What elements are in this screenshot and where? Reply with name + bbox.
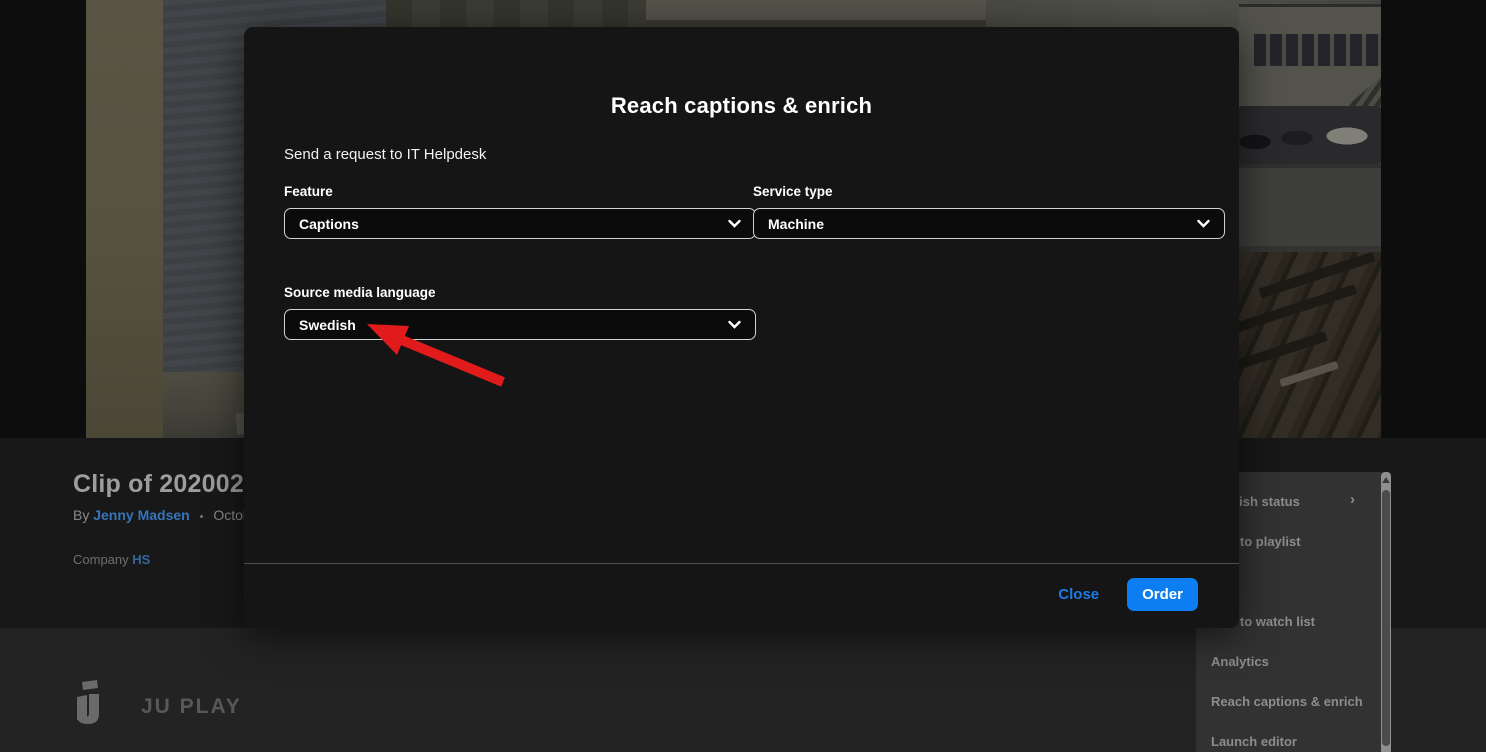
source-language-select[interactable]: Swedish (284, 309, 756, 340)
video-deck-shape (1239, 252, 1381, 438)
byline-prefix: By (73, 507, 89, 523)
modal-footer: Close Order (1054, 578, 1198, 611)
service-type-select[interactable]: Machine (753, 208, 1225, 239)
source-language-label: Source media language (284, 285, 436, 300)
feature-select[interactable]: Captions (284, 208, 756, 239)
video-title: Clip of 2020020 (73, 470, 258, 499)
source-language-value: Swedish (299, 317, 356, 333)
service-type-value: Machine (768, 216, 824, 232)
video-windows-shape (1254, 34, 1381, 66)
service-type-label: Service type (753, 184, 833, 199)
feature-value: Captions (299, 216, 359, 232)
menu-scrollbar[interactable] (1381, 472, 1391, 752)
modal-title: Reach captions & enrich (244, 93, 1239, 119)
chevron-right-icon: › (1350, 492, 1466, 507)
feature-label: Feature (284, 184, 333, 199)
author-link[interactable]: Jenny Madsen (93, 507, 189, 523)
video-pillar-shape (86, 0, 163, 438)
chevron-down-icon (728, 316, 741, 334)
menu-item-reach-captions[interactable]: Reach captions & enrich (1211, 694, 1371, 709)
chair-shape (1279, 361, 1339, 387)
company-link[interactable]: HS (132, 552, 150, 567)
reach-captions-modal: Reach captions & enrich Send a request t… (244, 27, 1239, 628)
scrollbar-thumb[interactable] (1382, 490, 1390, 746)
brand-name: JU PLAY (141, 695, 242, 719)
footer-brand: JU PLAY (73, 680, 242, 733)
menu-item-analytics[interactable]: Analytics (1211, 654, 1371, 669)
modal-subtitle: Send a request to IT Helpdesk (284, 146, 486, 163)
video-pier-shape (646, 0, 986, 28)
byline: By Jenny Madsen • Octobe (73, 507, 259, 523)
chevron-down-icon (1197, 215, 1210, 233)
ju-logo-icon (73, 680, 103, 733)
scrollbar-up-icon[interactable] (1382, 477, 1390, 483)
company-label: Company (73, 552, 129, 567)
order-button[interactable]: Order (1127, 578, 1198, 611)
menu-item-launch-editor[interactable]: Launch editor (1211, 734, 1371, 749)
close-button[interactable]: Close (1054, 580, 1103, 609)
byline-separator: • (194, 511, 210, 523)
footer-divider (244, 563, 1239, 564)
video-road-shape (1239, 164, 1381, 252)
bench-shape (1231, 284, 1358, 334)
video-cars-shape (1239, 106, 1381, 164)
company-row: Company HS (73, 552, 150, 567)
chevron-down-icon (728, 215, 741, 233)
bench-shape (1258, 252, 1375, 299)
